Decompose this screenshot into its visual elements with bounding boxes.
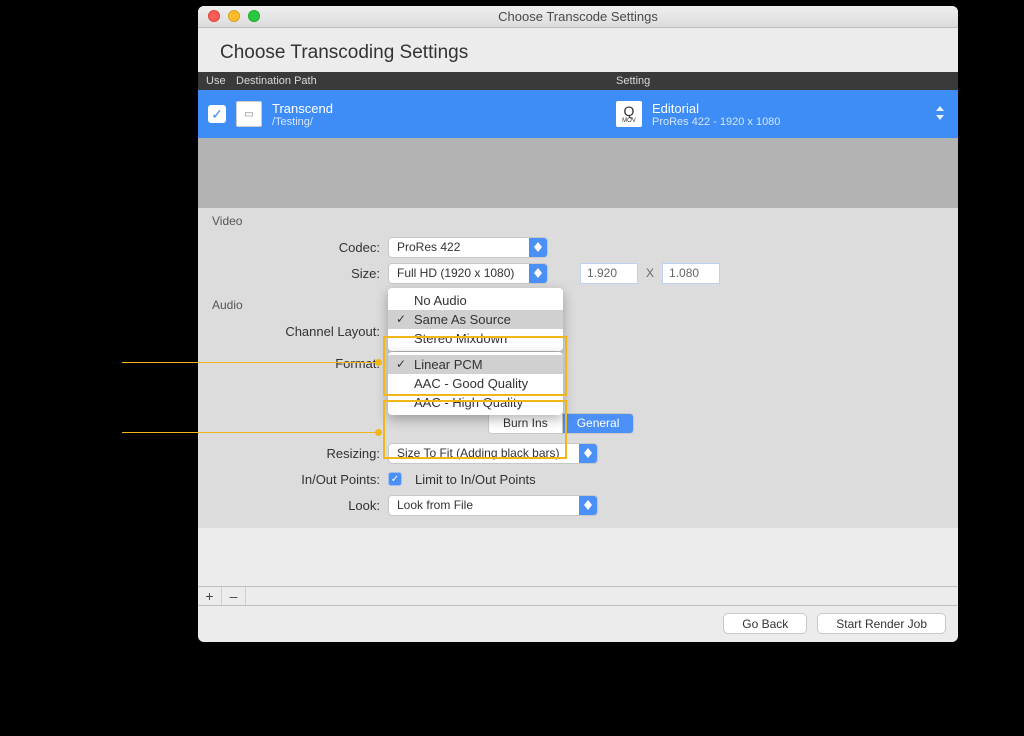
updown-icon[interactable] [936,106,944,123]
titlebar: Choose Transcode Settings [198,6,958,28]
subpanel-tabs: Burn Ins General [488,413,634,434]
size-label: Size: [198,266,388,281]
size-select[interactable]: Full HD (1920 x 1080) [388,263,548,284]
go-back-button[interactable]: Go Back [723,613,807,634]
resizing-label: Resizing: [198,446,388,461]
setting-sub: ProRes 422 - 1920 x 1080 [652,116,780,128]
destination-title: Transcend [272,101,333,116]
main-heading: Choose Transcoding Settings [220,42,936,64]
window-title: Choose Transcode Settings [198,9,958,24]
channel-layout-row: Channel Layout: [198,320,958,342]
tab-general[interactable]: General [563,413,635,434]
menu-item-linear-pcm[interactable]: ✓Linear PCM [388,355,563,374]
menu-item-no-audio[interactable]: No Audio [388,291,563,310]
checkmark-icon: ✓ [208,105,226,123]
window-controls [198,10,260,22]
channel-layout-label: Channel Layout: [198,324,388,339]
annotation-line-format [122,432,381,433]
settings-window: Choose Transcode Settings Choose Transco… [198,6,958,642]
add-button[interactable]: + [198,587,222,605]
format-menu[interactable]: ✓Linear PCM AAC - Good Quality AAC - Hig… [388,352,563,415]
form-panel: Video Codec: ProRes 422 Size: Full HD (1… [198,208,958,528]
table-header: Use Destination Path Setting [198,72,958,90]
tab-burnins[interactable]: Burn Ins [488,413,563,434]
destination-info: ▭ Transcend /Testing/ [236,101,616,128]
height-input[interactable] [662,263,720,284]
drive-icon: ▭ [236,101,262,127]
setting-title: Editorial [652,101,780,116]
size-row: Size: Full HD (1920 x 1080) X [198,262,958,284]
zoom-icon[interactable] [248,10,260,22]
close-icon[interactable] [208,10,220,22]
remove-button[interactable]: – [222,587,246,605]
chevron-updown-icon [529,238,547,257]
audio-section-title: Audio [198,292,958,316]
tab-row: Burn Ins General [198,412,958,434]
format-label: Format: [198,356,388,371]
spacer-band [198,138,958,208]
codec-value: ProRes 422 [397,240,460,254]
resizing-select[interactable]: Size To Fit (Adding black bars) [388,443,598,464]
col-use: Use [198,75,236,87]
inout-checkbox[interactable]: ✓ [388,472,402,486]
bottom-buttons: Go Back Start Render Job [723,613,946,634]
resizing-value: Size To Fit (Adding black bars) [397,446,560,460]
size-value: Full HD (1920 x 1080) [397,266,514,280]
footer-toolbar: + – [198,586,958,606]
menu-item-same-as-source[interactable]: ✓Same As Source [388,310,563,329]
destination-path: /Testing/ [272,116,333,128]
video-section-title: Video [198,208,958,232]
chevron-updown-icon [579,496,597,515]
header-area: Choose Transcoding Settings [198,28,958,72]
minimize-icon[interactable] [228,10,240,22]
look-label: Look: [198,498,388,513]
width-input[interactable] [580,263,638,284]
start-render-button[interactable]: Start Render Job [817,613,946,634]
chevron-updown-icon [579,444,597,463]
use-checkbox-cell[interactable]: ✓ [198,105,236,123]
mov-icon: QMOV [616,101,642,127]
times-label: X [646,266,654,280]
col-destination: Destination Path [236,75,616,87]
inout-row: In/Out Points: ✓ Limit to In/Out Points [198,468,958,490]
codec-select[interactable]: ProRes 422 [388,237,548,258]
col-setting: Setting [616,75,958,87]
resizing-row: Resizing: Size To Fit (Adding black bars… [198,442,958,464]
checkmark-icon: ✓ [396,312,406,326]
channel-layout-menu[interactable]: No Audio ✓Same As Source Stereo Mixdown [388,288,563,351]
look-row: Look: Look from File [198,494,958,516]
look-select[interactable]: Look from File [388,495,598,516]
inout-value: Limit to In/Out Points [415,472,536,487]
codec-row: Codec: ProRes 422 [198,236,958,258]
setting-info: QMOV Editorial ProRes 422 - 1920 x 1080 [616,101,958,128]
inout-label: In/Out Points: [198,472,388,487]
menu-item-stereo-mixdown[interactable]: Stereo Mixdown [388,329,563,348]
menu-item-aac-high[interactable]: AAC - High Quality [388,393,563,412]
chevron-updown-icon [529,264,547,283]
look-value: Look from File [397,498,473,512]
codec-label: Codec: [198,240,388,255]
format-row: Format: [198,352,958,374]
annotation-line-channel [122,362,381,363]
checkmark-icon: ✓ [396,357,406,371]
menu-item-aac-good[interactable]: AAC - Good Quality [388,374,563,393]
destination-row[interactable]: ✓ ▭ Transcend /Testing/ QMOV Editorial P… [198,90,958,138]
